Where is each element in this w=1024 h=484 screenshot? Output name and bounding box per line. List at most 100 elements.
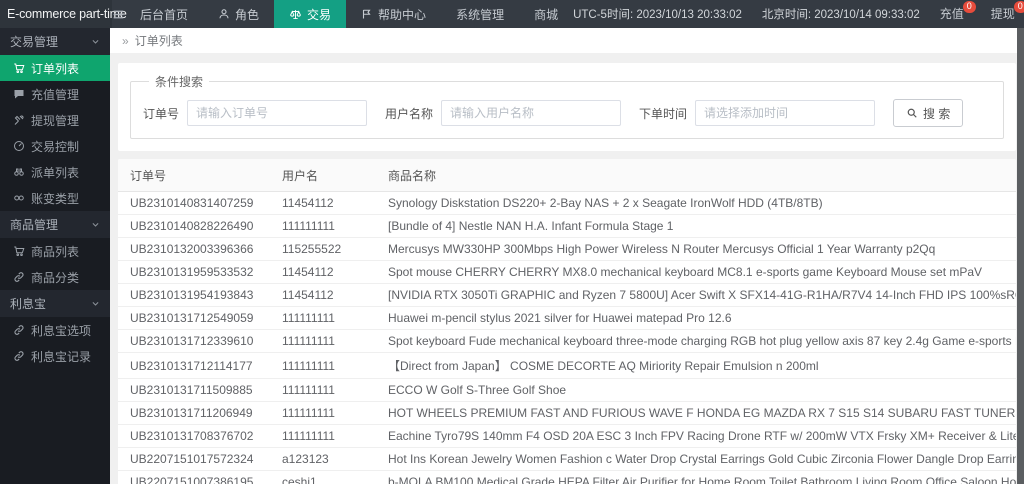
order-number-cell: UB2310131712114177 [118, 352, 270, 379]
table-row: UB2310131959533532 11454112 Spot mouse C… [118, 260, 1016, 284]
product-name-cell: Synology Diskstation DS220+ 2-Bay NAS + … [376, 191, 1016, 215]
product-name-cell: 【Direct from Japan】 COSME DECORTE AQ Mir… [376, 352, 1016, 379]
nav-item-help-center[interactable]: 帮助中心 [346, 0, 441, 28]
hamburger-menu-icon[interactable] [112, 0, 125, 28]
table-row: UB2207151007386195 ceshi1 b-MOLA BM100 M… [118, 470, 1016, 484]
search-button-label: 搜 索 [923, 106, 951, 121]
product-name-cell: [Bundle of 4] Nestle NAN H.A. Infant For… [376, 214, 1016, 238]
user-name-input[interactable] [441, 100, 622, 126]
column-header-user-name: 用户名 [270, 159, 376, 192]
nav-item-label: 帮助中心 [378, 7, 427, 22]
sidebar-group-trade-management[interactable]: 交易管理 [0, 28, 110, 55]
order-number-cell: UB2310131712549059 [118, 306, 270, 330]
nav-item-role[interactable]: 角色 [203, 0, 274, 28]
table-row: UB2310131712549059 111111111 Huawei m-pe… [118, 306, 1016, 330]
sidebar-item-interest-records[interactable]: 利息宝记录 [0, 343, 110, 369]
search-button[interactable]: 搜 索 [893, 99, 964, 127]
nav-item-mall[interactable]: 商城 [519, 0, 573, 28]
recharge-badge: 0 [962, 1, 976, 13]
breadcrumb: » 订单列表 [110, 28, 1024, 53]
sidebar-item-account-change-type[interactable]: 账变类型 [0, 185, 110, 211]
app-logo: E-commerce part-time [0, 0, 127, 28]
user-name-field: 用户名称 [385, 100, 622, 126]
topbar: E-commerce part-time 后台首页 角色 交易 帮助中心 系统管… [0, 0, 1024, 28]
table-row: UB2310131711509885 111111111 ECCO W Golf… [118, 378, 1016, 402]
order-number-field: 订单号 [143, 100, 368, 126]
nav-item-system-management[interactable]: 系统管理 [441, 0, 519, 28]
order-number-input[interactable] [187, 100, 368, 126]
flag-icon [361, 8, 373, 20]
product-name-cell: [NVIDIA RTX 3050Ti GRAPHIC and Ryzen 7 5… [376, 283, 1016, 307]
search-panel: 条件搜索 订单号 用户名称 下单时间 搜 索 [118, 63, 1016, 151]
comment-icon [13, 88, 25, 100]
sidebar-group-interest-treasure[interactable]: 利息宝 [0, 290, 110, 317]
sidebar-group-label: 利息宝 [10, 297, 47, 311]
scale-icon [289, 8, 302, 21]
sidebar-item-label: 订单列表 [31, 61, 80, 76]
sidebar-item-label: 交易控制 [31, 139, 80, 154]
claw-icon [13, 114, 25, 126]
sidebar-group-label: 商品管理 [10, 218, 59, 232]
sidebar-item-interest-options[interactable]: 利息宝选项 [0, 317, 110, 343]
breadcrumb-label: 订单列表 [134, 34, 183, 48]
table-header-row: 订单号 用户名 商品名称 [118, 159, 1016, 192]
user-name-cell: 11454112 [270, 260, 376, 284]
chevron-down-icon [91, 220, 100, 229]
main-content: » 订单列表 条件搜索 订单号 用户名称 下单时间 [110, 28, 1024, 484]
condition-search-legend: 条件搜索 [155, 75, 204, 89]
nav-item-label: 角色 [235, 7, 260, 22]
withdraw-link[interactable]: 提现 0 [991, 0, 1024, 28]
recharge-link[interactable]: 充值 0 [940, 0, 977, 28]
sidebar-item-product-category[interactable]: 商品分类 [0, 264, 110, 290]
nav-item-trade[interactable]: 交易 [274, 0, 347, 28]
table-row: UB2310131712114177 111111111 【Direct fro… [118, 352, 1016, 379]
sidebar-item-label: 商品分类 [31, 270, 80, 285]
table-row: UB2310140828226490 111111111 [Bundle of … [118, 214, 1016, 238]
utc-time: UTC-5时间: 2023/10/13 20:33:02 [573, 9, 742, 21]
user-name-cell: 11454112 [270, 283, 376, 307]
sidebar-item-order-list[interactable]: 订单列表 [0, 55, 110, 81]
order-number-cell: UB2310131711509885 [118, 378, 270, 402]
beijing-time: 北京时间: 2023/10/14 09:33:02 [761, 9, 920, 21]
order-number-cell: UB2310131712339610 [118, 329, 270, 353]
nav-item-dashboard[interactable]: 后台首页 [125, 0, 203, 28]
recharge-label: 充值 [939, 7, 964, 21]
order-number-cell: UB2310131708376702 [118, 424, 270, 448]
product-name-cell: Spot keyboard Fude mechanical keyboard t… [376, 329, 1016, 353]
order-number-cell: UB2310131954193843 [118, 283, 270, 307]
sidebar-item-recharge-management[interactable]: 充值管理 [0, 81, 110, 107]
order-number-label: 订单号 [143, 106, 180, 121]
order-number-cell: UB2310140831407259 [118, 191, 270, 215]
sidebar-item-trade-control[interactable]: 交易控制 [0, 133, 110, 159]
withdraw-badge: 0 [1013, 1, 1024, 13]
user-icon [218, 8, 230, 20]
product-name-cell: Eachine Tyro79S 140mm F4 OSD 20A ESC 3 I… [376, 424, 1016, 448]
user-name-label: 用户名称 [385, 106, 434, 121]
search-icon [906, 107, 918, 119]
sidebar-group-product-management[interactable]: 商品管理 [0, 211, 110, 238]
sidebar-item-label: 利息宝记录 [31, 349, 92, 364]
table-row: UB2207151017572324 a123123 Hot Ins Korea… [118, 447, 1016, 471]
user-name-cell: ceshi1 [270, 470, 376, 484]
sidebar-item-label: 派单列表 [31, 165, 80, 180]
sidebar-item-label: 提现管理 [31, 113, 80, 128]
sidebar-item-label: 利息宝选项 [31, 323, 92, 338]
sidebar-item-label: 充值管理 [31, 87, 80, 102]
order-number-cell: UB2207151007386195 [118, 470, 270, 484]
column-header-order-number: 订单号 [118, 159, 270, 192]
sidebar-item-product-list[interactable]: 商品列表 [0, 238, 110, 264]
vertical-scrollbar[interactable] [1017, 28, 1024, 484]
cart-icon [13, 245, 25, 257]
table-row: UB2310131954193843 11454112 [NVIDIA RTX … [118, 283, 1016, 307]
order-time-input[interactable] [695, 100, 876, 126]
sidebar-item-dispatch-list[interactable]: 派单列表 [0, 159, 110, 185]
sidebar-item-withdraw-management[interactable]: 提现管理 [0, 107, 110, 133]
order-number-cell: UB2310132003396366 [118, 237, 270, 261]
infinity-icon [13, 192, 25, 204]
column-header-product-name: 商品名称 [376, 159, 1016, 192]
binoculars-icon [13, 166, 25, 178]
table-row: UB2310140831407259 11454112 Synology Dis… [118, 191, 1016, 215]
user-name-cell: 115255522 [270, 237, 376, 261]
cart-icon [13, 62, 25, 74]
nav-item-label: 系统管理 [456, 7, 505, 22]
